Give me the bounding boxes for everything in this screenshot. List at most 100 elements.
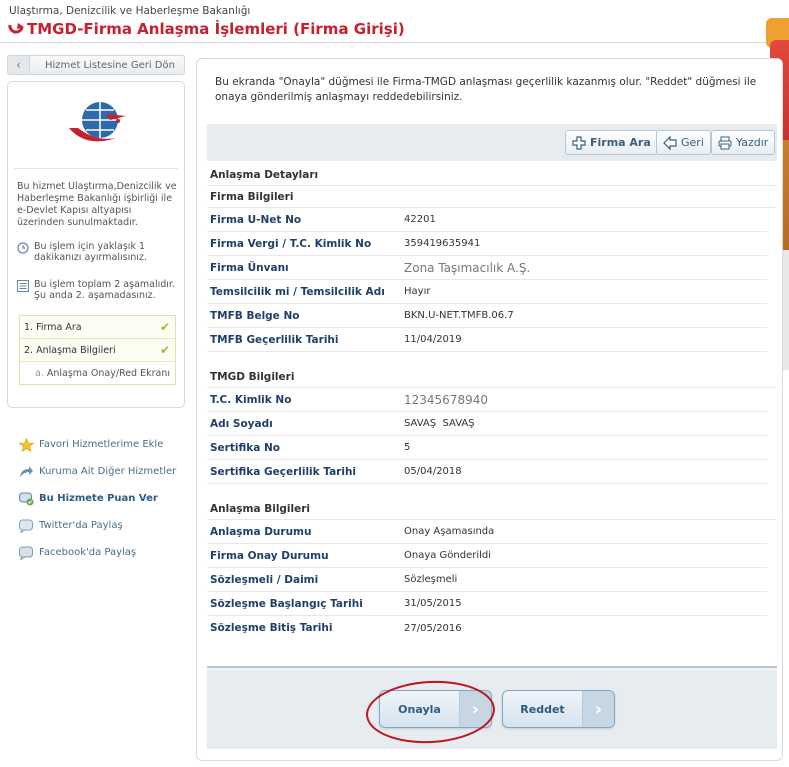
check-icon: ✔	[159, 343, 170, 357]
reddet-label: Reddet	[520, 702, 565, 716]
detail-row: Firma Ünvanı Zona Taşımacılık A.Ş.	[207, 256, 767, 280]
step-item-firma-ara: 1. Firma Ara ✔	[20, 316, 175, 339]
row-label: Sözleşme Başlangıç Tarihi	[210, 597, 363, 610]
sidebar-divider	[14, 168, 178, 169]
firma-section-heading: Firma Bilgileri	[207, 186, 777, 208]
step-info: Bu işlem toplam 2 aşamalıdır. Şu anda 2.…	[17, 279, 177, 301]
rate-service-label: Bu Hizmete Puan Ver	[39, 493, 158, 504]
row-label: Temsilcilik mi / Temsilcilik Adı	[210, 285, 385, 298]
arrow-icon	[20, 465, 33, 477]
star-icon	[19, 437, 34, 452]
row-value: Hayır	[404, 286, 431, 297]
toolbar: Firma Ara Geri Yazdır	[207, 124, 777, 161]
row-label: T.C. Kimlik No	[210, 393, 292, 406]
page-title: TMGD-Firma Anlaşma İşlemleri (Firma Giri…	[7, 20, 405, 38]
sidebar-links: Favori Hizmetlerime Ekle Kuruma Ait Diğe…	[19, 431, 176, 566]
geri-label: Geri	[681, 136, 704, 149]
share-facebook-link[interactable]: Facebook'da Paylaş	[19, 539, 176, 566]
row-label: Sertifika No	[210, 441, 280, 454]
back-to-services-label: Hizmet Listesine Geri Dön	[45, 59, 175, 71]
row-value: 359419635941	[404, 238, 481, 249]
share-facebook-label: Facebook'da Paylaş	[39, 547, 137, 558]
step-list: 1. Firma Ara ✔ 2. Anlaşma Bilgileri ✔ a.…	[19, 315, 176, 385]
detail-row: Sözleşme Başlangıç Tarihi 31/05/2015	[207, 592, 767, 616]
detail-row: T.C. Kimlik No 12345678940	[207, 388, 767, 412]
detail-row: TMFB Geçerlilik Tarihi 11/04/2019	[207, 328, 767, 352]
add-favorite-label: Favori Hizmetlerime Ekle	[39, 439, 164, 450]
detail-row: Sözleşme Bitiş Tarihi 27/05/2016	[207, 616, 767, 640]
service-description: Bu hizmet Ulaştırma,Denizcilik ve Haberl…	[17, 181, 177, 228]
other-services-link[interactable]: Kuruma Ait Diğer Hizmetler	[19, 458, 176, 485]
row-label: Sertifika Geçerlilik Tarihi	[210, 465, 357, 478]
row-label: Sözleşmeli / Daimi	[210, 573, 319, 586]
twitter-icon	[19, 519, 33, 533]
detail-row: Firma Onay Durumu Onaya Gönderildi	[207, 544, 767, 568]
row-value: 5	[404, 442, 411, 453]
facebook-icon	[19, 546, 33, 560]
row-value: SAVAŞ SAVAŞ	[404, 418, 475, 429]
list-icon	[17, 280, 29, 292]
detail-row: Sözleşmeli / Daimi Sözleşmeli	[207, 568, 767, 592]
row-label: Adı Soyadı	[210, 417, 273, 430]
back-to-services-button[interactable]: ‹ Hizmet Listesine Geri Dön	[7, 55, 185, 75]
agreement-panel: Firma Ara Geri Yazdır Anlaşma Detayları …	[207, 124, 777, 749]
detail-row: Sertifika No 5	[207, 436, 767, 460]
ministry-logo-icon	[69, 102, 126, 142]
step-info-text: Bu işlem toplam 2 aşamalıdır. Şu anda 2.…	[34, 279, 175, 301]
sidebar-panel: Bu hizmet Ulaştırma,Denizcilik ve Haberl…	[7, 81, 185, 408]
substep-item: a. Anlaşma Onay/Red Ekranı	[20, 362, 175, 384]
step-item-anlasma-bilgileri: 2. Anlaşma Bilgileri ✔	[20, 339, 175, 362]
printer-icon	[718, 136, 732, 149]
row-value: Onaya Gönderildi	[404, 550, 492, 561]
time-info: Bu işlem için yaklaşık 1 dakikanızı ayır…	[17, 241, 177, 263]
firma-ara-label: Firma Ara	[590, 136, 651, 149]
geri-button[interactable]: Geri	[656, 130, 711, 155]
row-value: 11/04/2019	[404, 334, 462, 345]
rating-icon	[19, 492, 34, 505]
share-twitter-link[interactable]: Twitter'da Paylaş	[19, 512, 176, 539]
row-value: 31/05/2015	[404, 598, 462, 609]
title-divider	[0, 42, 789, 43]
yazdir-button[interactable]: Yazdır	[711, 130, 776, 155]
firma-ara-button[interactable]: Firma Ara	[565, 130, 658, 155]
details-heading: Anlaşma Detayları	[207, 161, 777, 186]
share-twitter-label: Twitter'da Paylaş	[39, 520, 123, 531]
step-label: 2. Anlaşma Bilgileri	[24, 344, 116, 356]
yazdir-label: Yazdır	[736, 136, 769, 149]
row-value: Zona Taşımacılık A.Ş.	[404, 260, 531, 275]
rate-service-link[interactable]: Bu Hizmete Puan Ver	[19, 485, 176, 512]
detail-row: Temsilcilik mi / Temsilcilik Adı Hayır	[207, 280, 767, 304]
row-label: TMFB Geçerlilik Tarihi	[210, 333, 339, 346]
substep-prefix: a.	[35, 368, 44, 379]
time-info-text: Bu işlem için yaklaşık 1 dakikanızı ayır…	[34, 241, 147, 263]
tmgd-section-heading: TMGD Bilgileri	[207, 366, 777, 388]
detail-row: Anlaşma Durumu Onay Aşamasında	[207, 520, 767, 544]
chevron-right-icon: ›	[582, 691, 614, 727]
row-value: Sözleşmeli	[404, 574, 458, 585]
row-label: TMFB Belge No	[210, 309, 300, 322]
row-value: 42201	[404, 214, 436, 225]
add-favorite-link[interactable]: Favori Hizmetlerime Ekle	[19, 431, 176, 458]
main-panel: Bu ekranda "Onayla" düğmesi ile Firma-TM…	[196, 58, 783, 761]
row-label: Anlaşma Durumu	[210, 525, 312, 538]
row-label: Firma Ünvanı	[210, 261, 289, 274]
agreement-details: Anlaşma Detayları Firma Bilgileri Firma …	[207, 161, 777, 668]
chevron-left-icon: ‹	[8, 56, 30, 74]
row-label: Firma U-Net No	[210, 213, 302, 226]
row-label: Firma Vergi / T.C. Kimlik No	[210, 237, 372, 250]
detail-row: TMFB Belge No BKN.U-NET.TMFB.06.7	[207, 304, 767, 328]
reddet-button[interactable]: Reddet ›	[502, 690, 615, 728]
row-value: BKN.U-NET.TMFB.06.7	[404, 310, 514, 321]
anlasma-section-heading: Anlaşma Bilgileri	[207, 498, 777, 520]
plus-icon	[572, 135, 586, 150]
ministry-name: Ulaştırma, Denizcilik ve Haberleşme Baka…	[9, 5, 251, 17]
clock-icon	[17, 242, 29, 254]
detail-row: Adı Soyadı SAVAŞ SAVAŞ	[207, 412, 767, 436]
row-value: 05/04/2018	[404, 466, 462, 477]
edevlet-logo-icon	[8, 23, 24, 34]
arrow-left-icon	[663, 135, 677, 150]
row-value: Onay Aşamasında	[404, 526, 495, 537]
step-label: 1. Firma Ara	[24, 321, 82, 333]
